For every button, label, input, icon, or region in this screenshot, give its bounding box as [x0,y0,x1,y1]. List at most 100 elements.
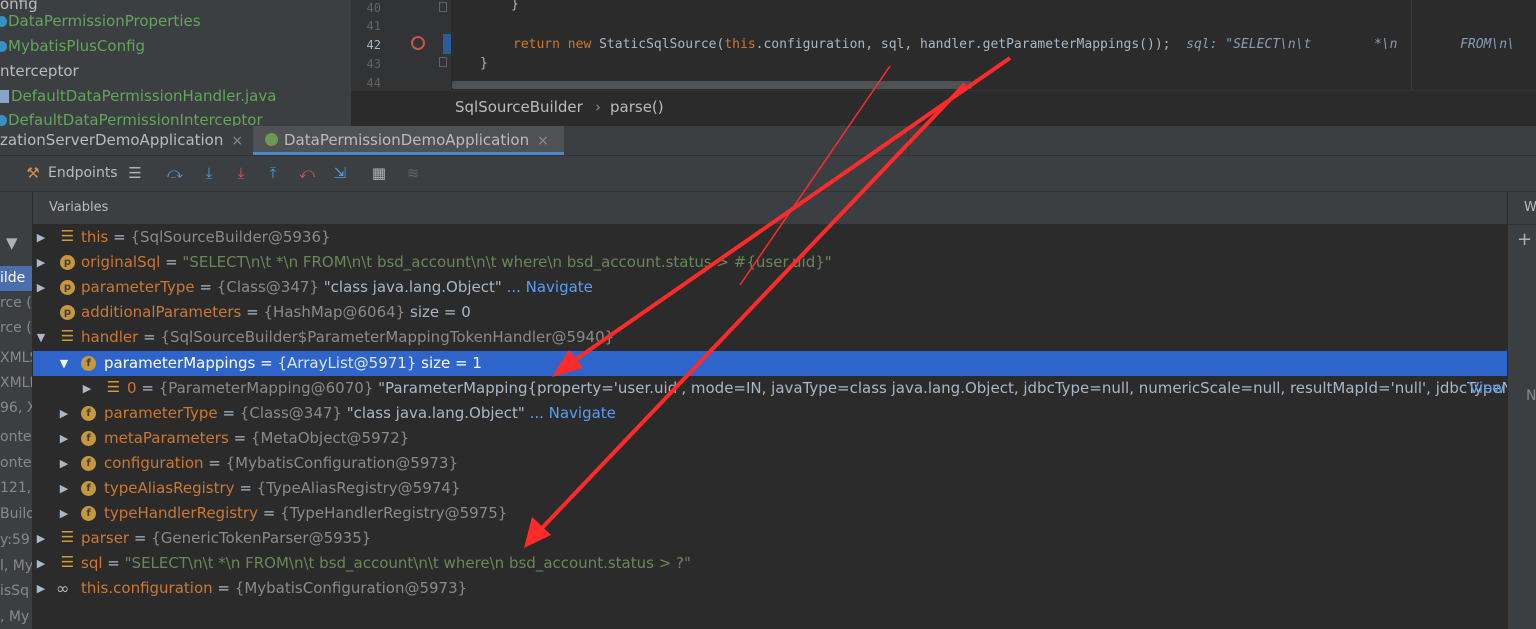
line-number: 40 [366,1,381,15]
java-file-icon [0,90,9,103]
code-editor[interactable]: } return new StaticSqlSource(this.config… [451,0,1536,90]
step-over-icon[interactable]: ⤼ [166,164,184,182]
step-out-icon[interactable]: ⤒ [264,164,282,182]
close-icon[interactable]: × [537,133,549,149]
frames-panel: ▼ ilde rce ( rce ( XMLS XMLL 96, X onte … [0,192,33,629]
field-icon: f [81,481,96,496]
variable-row[interactable]: ▶ f typeAliasRegistry = {TypeAliasRegist… [33,476,1507,501]
tree-item-datapermissionproperties[interactable]: DataPermissionProperties [0,9,201,34]
tree-item-defaultdatapermissioninterceptor[interactable]: DefaultDataPermissionInterceptor [0,108,263,126]
variable-row-selected[interactable]: ▼ f parameterMappings = {ArrayList@5971}… [33,351,1507,376]
variable-row[interactable]: ▶ ∞ this.configuration = {MybatisConfigu… [33,576,1507,601]
frame-item[interactable]: y:59 [0,528,32,553]
variable-row[interactable]: ▶ f parameterType = {Class@347} "class j… [33,401,1507,426]
breadcrumb-method[interactable]: parse() [610,98,664,116]
view-link[interactable]: View [1469,376,1505,401]
variables-header: Variables [33,192,1507,224]
variable-row[interactable]: p additionalParameters = {HashMap@6064} … [33,300,1507,325]
expand-arrow-icon[interactable]: ▶ [58,426,70,451]
menu-icon[interactable]: ☰ [126,164,144,182]
step-into-icon[interactable]: ⤓ [200,164,218,182]
project-tree-panel: onfig DataPermissionProperties MybatisPl… [0,0,351,126]
horizontal-scrollbar[interactable] [452,81,972,89]
run-to-cursor-icon[interactable]: ⇲ [331,164,349,182]
frame-item[interactable]: onte [0,425,32,450]
evaluate-expression-icon[interactable]: ▦ [370,164,388,182]
expand-arrow-icon[interactable]: ▶ [35,250,47,275]
variable-row[interactable]: ▶ ☰ sql = "SELECT\n\t *\n FROM\n\t bsd_a… [33,551,1507,576]
parameter-icon: p [60,255,75,270]
collapse-arrow-icon[interactable]: ▼ [58,351,70,376]
expand-arrow-icon[interactable]: ▶ [58,451,70,476]
endpoints-button[interactable]: Endpoints [48,165,118,181]
breakpoint-icon[interactable] [411,36,425,50]
expand-arrow-icon[interactable]: ▶ [81,376,93,401]
frame-item[interactable]: XMLL [0,371,32,396]
expand-arrow-icon[interactable]: ▶ [58,401,70,426]
expand-arrow-icon[interactable]: ▶ [35,275,47,300]
frame-item[interactable]: rce ( [0,291,32,316]
variables-tree[interactable]: ▶ ☰ this = {SqlSourceBuilder@5936} ▶ p o… [33,224,1507,629]
expand-arrow-icon[interactable]: ▶ [58,476,70,501]
plus-icon[interactable]: + [1517,229,1532,250]
expand-arrow-icon[interactable]: ▶ [35,526,47,551]
frame-item[interactable]: Build [0,502,32,527]
trace-stream-icon[interactable]: ≋ [404,164,422,182]
frame-item[interactable]: 96, X [0,396,32,421]
variable-row[interactable]: ▶ f configuration = {MybatisConfiguratio… [33,451,1507,476]
variable-row[interactable]: ▶ f metaParameters = {MetaObject@5972} [33,426,1507,451]
frame-item[interactable]: l, My [0,554,32,579]
tab-authorization-server-app[interactable]: zationServerDemoApplication × [0,126,252,155]
code-line-42: return new StaticSqlSource(this.configur… [513,37,1515,52]
frame-item[interactable]: ilde [0,266,32,291]
watches-panel: W + N [1508,192,1536,629]
frame-item[interactable]: 121, [0,476,32,501]
fold-icon[interactable] [439,2,447,12]
breadcrumb-separator: › [595,98,601,116]
collapse-arrow-icon[interactable]: ▼ [35,325,47,350]
line-number: 43 [366,57,381,71]
variable-row[interactable]: ▶ ☰ parser = {GenericTokenParser@5935} [33,526,1507,551]
navigate-link[interactable]: ... Navigate [530,404,616,422]
tree-item-defaultdatapermissionhandler[interactable]: DefaultDataPermissionHandler.java [0,84,276,109]
debug-toolbar: ⚒ Endpoints ☰ ⤼ ⤓ ⤓ ⤒ ⤺ ⇲ ▦ ≋ [0,156,1536,192]
expand-arrow-icon[interactable]: ▶ [35,225,47,250]
list-icon: ☰ [60,327,75,345]
expand-arrow-icon[interactable]: ▶ [58,501,70,526]
navigate-link[interactable]: ... Navigate [507,278,593,296]
editor-gutter: 40 41 42 43 44 [351,0,451,90]
variable-row[interactable]: ▶ p originalSql = "SELECT\n\t *\n FROM\n… [33,250,1507,275]
parameter-icon: p [60,280,75,295]
tree-item-interceptor-package[interactable]: nterceptor [0,59,79,84]
class-icon [0,41,7,52]
filter-icon[interactable]: ▼ [6,234,18,252]
right-margin-guide [1411,0,1412,90]
frame-item[interactable]: isSq [0,579,32,604]
close-icon[interactable]: × [231,133,243,149]
variable-row[interactable]: ▶ f typeHandlerRegistry = {TypeHandlerRe… [33,501,1507,526]
expand-arrow-icon[interactable]: ▶ [35,576,47,601]
tab-datapermission-demo-app[interactable]: DataPermissionDemoApplication × [253,126,564,155]
parameter-icon: p [60,305,75,320]
breadcrumb: SqlSourceBuilder › parse() [351,90,1536,127]
variable-row[interactable]: ▶ ☰ 0 = {ParameterMapping@6070} "Paramet… [33,376,1507,401]
drop-frame-icon[interactable]: ⤺ [298,164,316,182]
watches-empty-text: N [1526,388,1536,404]
tree-item-mybatisplusconfig[interactable]: MybatisPlusConfig [0,34,145,59]
list-icon: ☰ [60,553,75,571]
field-icon: f [81,406,96,421]
frame-item[interactable]: XMLS [0,346,32,371]
field-icon: f [81,431,96,446]
expand-arrow-icon[interactable]: ▶ [35,551,47,576]
frame-item[interactable]: rce ( [0,316,32,341]
variable-row[interactable]: ▼ ☰ handler = {SqlSourceBuilder$Paramete… [33,325,1507,350]
variable-row[interactable]: ▶ p parameterType = {Class@347} "class j… [33,275,1507,300]
inline-debug-value: sql: "SELECT\n\t *\n FROM\n\ [1186,37,1515,52]
frame-item[interactable]: onte [0,451,32,476]
frame-item[interactable]: , My [0,605,32,629]
fold-icon[interactable] [439,57,447,67]
breadcrumb-class[interactable]: SqlSourceBuilder [455,98,583,116]
line-number: 42 [366,38,381,52]
force-step-into-icon[interactable]: ⤓ [232,164,250,182]
variable-row[interactable]: ▶ ☰ this = {SqlSourceBuilder@5936} [33,225,1507,250]
